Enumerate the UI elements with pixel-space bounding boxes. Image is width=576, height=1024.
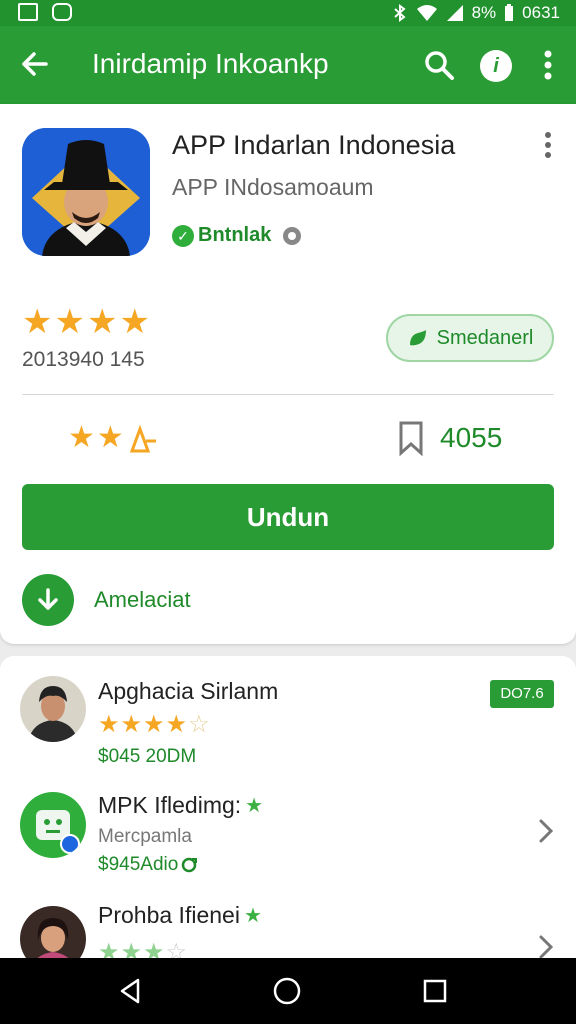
download-label: Amelaciat: [94, 587, 191, 612]
star-icon: ★: [22, 303, 55, 341]
app-bar-title: Inirdamip Inkoankp: [92, 48, 329, 79]
verified-badge: ✓ Bntnlak: [172, 224, 303, 247]
star-icon: ★: [96, 421, 124, 454]
star-icon: ★: [98, 711, 121, 738]
leaf-icon: [409, 330, 426, 346]
battery-percent: 8%: [471, 3, 497, 22]
download-count: 4055: [396, 420, 502, 456]
wifi-icon: [416, 5, 437, 21]
chat-notification-icon: [52, 3, 72, 21]
list-item-price-row: $945Adio: [98, 854, 198, 876]
app-detail-card: APP Indarlan Indonesia APP INdosamoaum ✓…: [0, 104, 576, 644]
divider: [22, 394, 554, 395]
empty-star-icon: ☆: [188, 711, 211, 738]
help-icon[interactable]: i: [480, 50, 512, 82]
status-badge: DO7.6: [490, 680, 554, 708]
signal-icon: [446, 5, 463, 21]
app-title: APP Indarlan Indonesia: [172, 130, 456, 160]
star-icon: ★: [119, 303, 152, 341]
half-star-icon: [129, 424, 156, 452]
category-pill[interactable]: Smedanerl: [386, 314, 554, 362]
card-more-icon[interactable]: [538, 130, 558, 160]
list-item-title-row: Prohba Ifienei ★: [98, 902, 262, 929]
check-circle-icon: ✓: [172, 224, 194, 247]
verified-seal-icon: [283, 226, 302, 245]
app-list-icon: [20, 792, 86, 858]
avatar: [20, 676, 86, 742]
star-icon: ★: [86, 303, 120, 341]
search-icon[interactable]: [422, 48, 456, 82]
list-item-title: MPK Ifledimg:: [98, 792, 242, 818]
status-bar: 8% 0631: [0, 0, 576, 26]
nav-back-icon[interactable]: [116, 976, 146, 1006]
pill-label: Smedanerl: [436, 326, 534, 349]
app-icon[interactable]: [22, 128, 150, 256]
rating-count: 2013940 145: [22, 348, 145, 371]
list-item-subtitle: Mercpamla: [98, 826, 192, 847]
system-navigation-bar: [0, 958, 576, 1024]
avatar: [20, 906, 86, 966]
app-developer[interactable]: APP INdosamoaum: [172, 174, 374, 201]
list-item-price: $945Adio: [98, 854, 179, 875]
list-item[interactable]: Apghacia Sirlanm ★★★★☆ $045 20DM DO7.6: [0, 674, 576, 784]
list-item-stars: ★★★★☆: [98, 710, 211, 739]
back-arrow-icon[interactable]: [16, 46, 52, 82]
rating-stars: ★★★★: [22, 302, 152, 342]
image-notification-icon: [18, 3, 38, 21]
app-bar: Inirdamip Inkoankp i: [0, 26, 576, 104]
related-apps-list: Apghacia Sirlanm ★★★★☆ $045 20DM DO7.6 M…: [0, 656, 576, 966]
refresh-icon: [182, 857, 198, 873]
half-star-icon: ★: [165, 711, 189, 738]
star-icon: ★: [68, 421, 95, 454]
clock: 0631: [522, 3, 560, 22]
download-count-value: 4055: [440, 422, 503, 453]
bookmark-icon: [399, 421, 423, 456]
star-icon: ★: [143, 711, 166, 738]
mini-rating: ★ ★: [68, 420, 160, 455]
star-icon: ★: [120, 711, 144, 738]
star-icon: ★: [243, 905, 262, 927]
list-item-title-row: MPK Ifledimg: ★: [98, 792, 263, 819]
star-icon: ★: [245, 795, 264, 817]
more-vert-icon[interactable]: [536, 48, 560, 82]
nav-home-icon[interactable]: [272, 976, 302, 1006]
list-item-title: Apghacia Sirlanm: [98, 678, 279, 704]
list-item-title: Prohba Ifienei: [98, 902, 240, 928]
verified-label: Bntnlak: [198, 224, 272, 246]
bluetooth-icon: [393, 4, 406, 22]
chevron-right-icon[interactable]: [534, 816, 558, 846]
list-item-price: $045 20DM: [98, 746, 197, 767]
nav-recents-icon[interactable]: [420, 976, 450, 1006]
install-button[interactable]: Undun: [22, 484, 554, 550]
download-icon: [22, 574, 74, 626]
list-item[interactable]: MPK Ifledimg: ★ Mercpamla $945Adio: [0, 788, 576, 898]
battery-icon: [505, 4, 514, 21]
download-row[interactable]: Amelaciat: [22, 574, 191, 626]
list-item[interactable]: Prohba Ifienei ★ ★★★☆: [0, 902, 576, 966]
star-icon: ★: [54, 303, 87, 341]
